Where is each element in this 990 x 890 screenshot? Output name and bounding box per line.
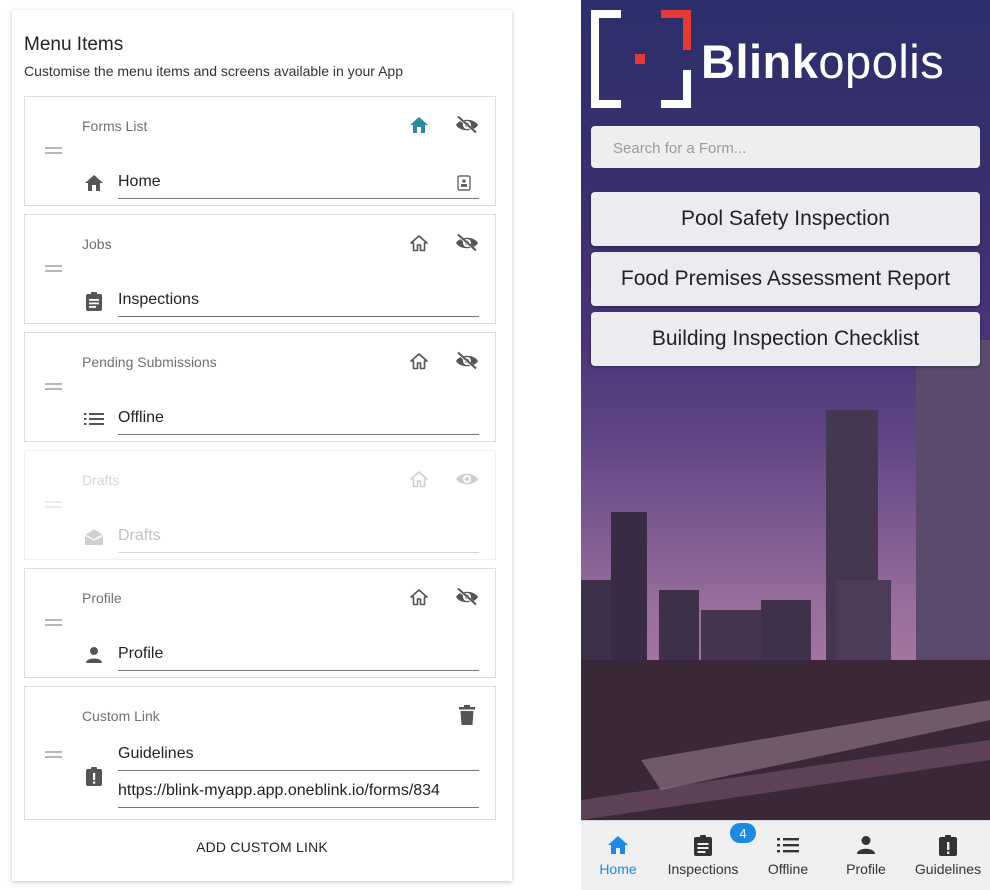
blinkopolis-logo-icon xyxy=(591,10,691,108)
tab-home[interactable]: Home xyxy=(594,821,642,890)
eye-off-icon[interactable] xyxy=(454,348,480,374)
menu-item-label: Jobs xyxy=(82,236,112,252)
clipboard-icon xyxy=(690,833,716,857)
drag-handle-icon[interactable] xyxy=(45,383,62,390)
menu-item-card-jobs: Jobs Inspections xyxy=(24,214,496,324)
eye-off-icon[interactable] xyxy=(454,112,480,138)
tab-offline[interactable]: Offline xyxy=(764,821,812,890)
home-outline-icon[interactable] xyxy=(406,466,432,492)
list-icon xyxy=(775,833,801,857)
home-outline-icon[interactable] xyxy=(406,348,432,374)
menu-item-label: Drafts xyxy=(82,472,120,488)
menu-item-name-input[interactable]: Inspections xyxy=(118,285,479,317)
custom-link-name-input[interactable]: Guidelines xyxy=(118,739,479,771)
menu-item-name-input[interactable]: Home xyxy=(118,167,479,199)
menu-item-name-input[interactable]: Drafts xyxy=(118,521,479,553)
trash-icon[interactable] xyxy=(454,702,480,728)
form-button[interactable]: Pool Safety Inspection xyxy=(591,192,980,246)
home-outline-icon[interactable] xyxy=(406,584,432,610)
menu-item-label: Profile xyxy=(82,590,122,606)
list-icon xyxy=(83,408,105,430)
tab-guidelines[interactable]: Guidelines xyxy=(914,821,982,890)
bottom-tab-bar: Home Inspections 4 Offline Profile Guide… xyxy=(581,820,990,890)
menu-item-card-forms-list: Forms List Home xyxy=(24,96,496,206)
person-icon xyxy=(83,644,105,666)
custom-link-card: Custom Link Guidelines https://blink-mya… xyxy=(24,686,496,820)
eye-icon[interactable] xyxy=(454,466,480,492)
home-icon xyxy=(605,833,631,857)
menu-item-card-profile: Profile Profile xyxy=(24,568,496,678)
menu-item-name-input[interactable]: Profile xyxy=(118,639,479,671)
custom-link-url-input[interactable]: https://blink-myapp.app.oneblink.io/form… xyxy=(118,776,479,808)
clipboard-icon xyxy=(83,290,105,312)
eye-off-icon[interactable] xyxy=(454,230,480,256)
drag-handle-icon[interactable] xyxy=(45,147,62,154)
person-icon xyxy=(853,833,879,857)
panel-subtitle: Customise the menu items and screens ava… xyxy=(24,63,403,79)
custom-link-label: Custom Link xyxy=(82,708,160,724)
form-button[interactable]: Building Inspection Checklist xyxy=(591,312,980,366)
menu-item-label: Pending Submissions xyxy=(82,354,217,370)
badge-icon xyxy=(457,175,473,191)
drag-handle-icon[interactable] xyxy=(45,619,62,626)
menu-item-card-pending-submissions: Pending Submissions Offline xyxy=(24,332,496,442)
app-logo-text: Blinkopolis xyxy=(701,35,945,88)
app-preview: Blinkopolis Search for a Form... Pool Sa… xyxy=(581,0,990,890)
home-outline-icon[interactable] xyxy=(406,230,432,256)
eye-off-icon[interactable] xyxy=(454,584,480,610)
drag-handle-icon[interactable] xyxy=(45,265,62,272)
drag-handle-icon[interactable] xyxy=(45,751,62,758)
menu-items-panel: Menu Items Customise the menu items and … xyxy=(12,10,512,881)
menu-item-name-input[interactable]: Offline xyxy=(118,403,479,435)
home-filled-icon[interactable] xyxy=(406,112,432,138)
tab-profile[interactable]: Profile xyxy=(842,821,890,890)
tab-inspections[interactable]: Inspections 4 xyxy=(666,821,756,890)
drag-handle-icon[interactable] xyxy=(45,501,62,508)
form-search-input[interactable]: Search for a Form... xyxy=(591,126,980,168)
home-icon xyxy=(83,172,105,194)
clipboard-alert-icon xyxy=(935,833,961,857)
panel-title: Menu Items xyxy=(24,34,124,55)
clipboard-alert-icon xyxy=(83,765,105,787)
menu-item-label: Forms List xyxy=(82,118,148,134)
menu-item-card-drafts: Drafts Drafts xyxy=(24,450,496,560)
add-custom-link-button[interactable]: ADD CUSTOM LINK xyxy=(12,839,512,855)
form-button[interactable]: Food Premises Assessment Report xyxy=(591,252,980,306)
drafts-envelope-icon xyxy=(83,526,105,548)
notification-badge: 4 xyxy=(730,823,756,843)
